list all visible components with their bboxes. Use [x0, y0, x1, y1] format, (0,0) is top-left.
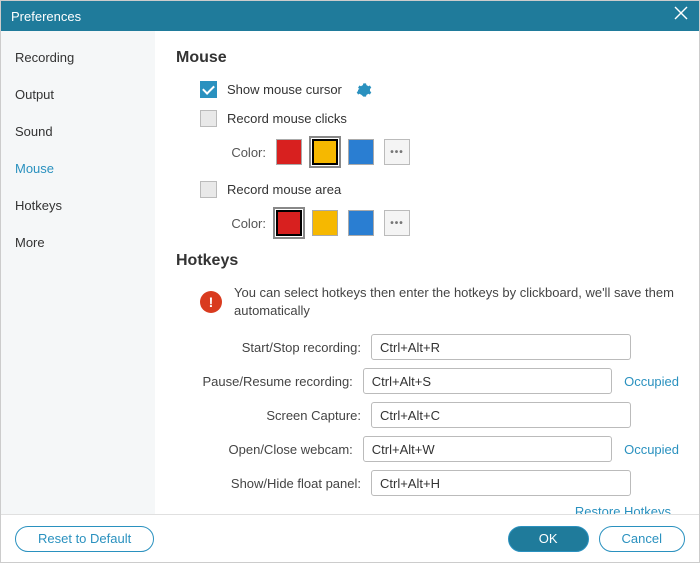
- record-clicks-row: Record mouse clicks: [200, 110, 679, 127]
- hotkey-label: Pause/Resume recording:: [176, 374, 353, 389]
- sidebar: Recording Output Sound Mouse Hotkeys Mor…: [1, 31, 156, 514]
- clicks-color-blue[interactable]: [348, 139, 374, 165]
- cancel-button[interactable]: Cancel: [599, 526, 685, 552]
- hotkeys-section: Hotkeys ! You can select hotkeys then en…: [176, 252, 679, 514]
- record-clicks-checkbox[interactable]: [200, 110, 217, 127]
- hotkey-input-webcam[interactable]: [363, 436, 612, 462]
- content: Mouse Show mouse cursor Record mouse cli…: [156, 31, 699, 514]
- window-title: Preferences: [11, 9, 81, 24]
- alert-icon: !: [200, 291, 222, 313]
- sidebar-item-output[interactable]: Output: [1, 76, 155, 113]
- gear-icon[interactable]: [356, 82, 372, 98]
- occupied-badge: Occupied: [624, 374, 679, 389]
- occupied-badge: Occupied: [624, 442, 679, 457]
- footer: Reset to Default OK Cancel: [1, 514, 699, 562]
- show-cursor-label: Show mouse cursor: [227, 82, 342, 97]
- hotkey-label: Screen Capture:: [176, 408, 361, 423]
- area-color-more[interactable]: •••: [384, 210, 410, 236]
- area-color-label: Color:: [216, 216, 266, 231]
- reset-to-default-button[interactable]: Reset to Default: [15, 526, 154, 552]
- clicks-color-red[interactable]: [276, 139, 302, 165]
- clicks-color-more[interactable]: •••: [384, 139, 410, 165]
- clicks-color-label: Color:: [216, 145, 266, 160]
- hotkey-row-start-stop: Start/Stop recording:: [176, 334, 679, 360]
- hotkey-row-webcam: Open/Close webcam: Occupied: [176, 436, 679, 462]
- hotkey-label: Show/Hide float panel:: [176, 476, 361, 491]
- hotkey-row-screen-capture: Screen Capture:: [176, 402, 679, 428]
- show-cursor-row: Show mouse cursor: [200, 81, 679, 98]
- sidebar-item-sound[interactable]: Sound: [1, 113, 155, 150]
- hotkey-row-pause-resume: Pause/Resume recording: Occupied: [176, 368, 679, 394]
- hotkey-row-float-panel: Show/Hide float panel:: [176, 470, 679, 496]
- restore-hotkeys-link[interactable]: Restore Hotkeys: [575, 504, 671, 514]
- area-color-yellow[interactable]: [312, 210, 338, 236]
- record-area-label: Record mouse area: [227, 182, 341, 197]
- restore-row: Restore Hotkeys: [176, 504, 679, 514]
- record-area-row: Record mouse area: [200, 181, 679, 198]
- show-cursor-checkbox[interactable]: [200, 81, 217, 98]
- area-color-red[interactable]: [276, 210, 302, 236]
- preferences-window: Preferences Recording Output Sound Mouse…: [0, 0, 700, 563]
- sidebar-item-more[interactable]: More: [1, 224, 155, 261]
- hotkey-input-float-panel[interactable]: [371, 470, 631, 496]
- sidebar-item-hotkeys[interactable]: Hotkeys: [1, 187, 155, 224]
- record-area-checkbox[interactable]: [200, 181, 217, 198]
- area-color-blue[interactable]: [348, 210, 374, 236]
- hotkey-input-start-stop[interactable]: [371, 334, 631, 360]
- close-icon[interactable]: [673, 5, 689, 24]
- hotkey-label: Start/Stop recording:: [176, 340, 361, 355]
- hotkey-label: Open/Close webcam:: [176, 442, 353, 457]
- clicks-color-row: Color: •••: [216, 139, 679, 165]
- record-clicks-label: Record mouse clicks: [227, 111, 347, 126]
- mouse-heading: Mouse: [176, 49, 679, 67]
- hotkeys-alert: ! You can select hotkeys then enter the …: [200, 284, 679, 320]
- body: Recording Output Sound Mouse Hotkeys Mor…: [1, 31, 699, 514]
- hotkeys-heading: Hotkeys: [176, 252, 679, 270]
- sidebar-item-mouse[interactable]: Mouse: [1, 150, 155, 187]
- alert-text: You can select hotkeys then enter the ho…: [234, 284, 679, 320]
- clicks-color-yellow[interactable]: [312, 139, 338, 165]
- titlebar: Preferences: [1, 1, 699, 31]
- hotkey-input-pause-resume[interactable]: [363, 368, 612, 394]
- ok-button[interactable]: OK: [508, 526, 589, 552]
- sidebar-item-recording[interactable]: Recording: [1, 39, 155, 76]
- area-color-row: Color: •••: [216, 210, 679, 236]
- hotkey-input-screen-capture[interactable]: [371, 402, 631, 428]
